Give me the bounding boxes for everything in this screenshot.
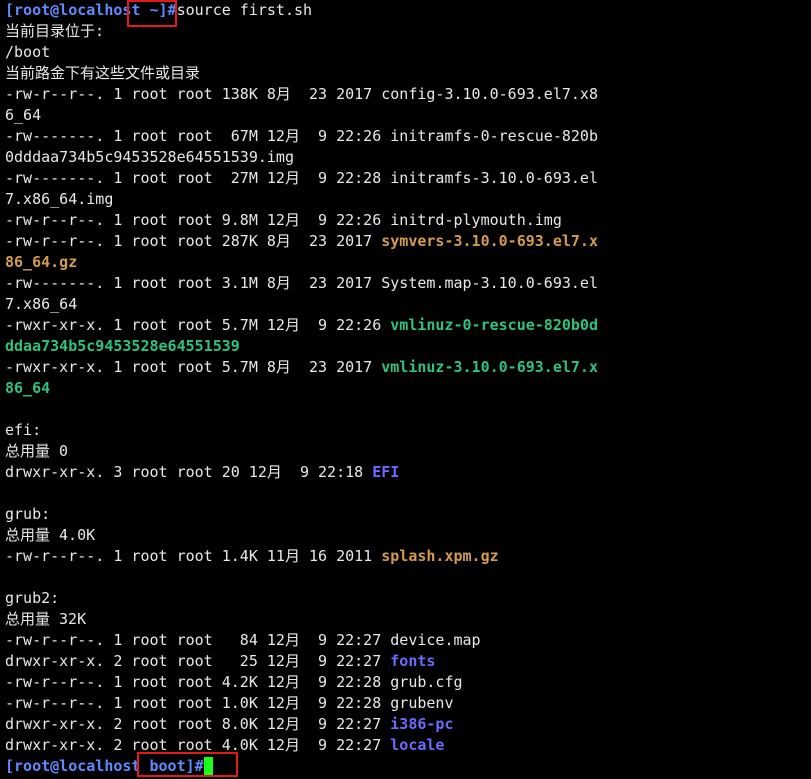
terminal-line: -rw-------. 1 root root 67M 12月 9 22:26 … <box>5 126 811 147</box>
output-text: -rw-r--r--. 1 root root 84 12月 9 22:27 <box>5 631 391 649</box>
archive-name: splash.xpm.gz <box>381 547 499 565</box>
output-text: 当前目录位于: <box>5 22 105 40</box>
terminal-line: drwxr-xr-x. 2 root root 4.0K 12月 9 22:27… <box>5 735 811 756</box>
terminal-line: -rw-r--r--. 1 root root 84 12月 9 22:27 d… <box>5 630 811 651</box>
cursor-block[interactable] <box>203 757 213 775</box>
output-text: -rw-r--r--. 1 root root 1.4K 11月 16 2011 <box>5 547 382 565</box>
terminal-line: 总用量 0 <box>5 441 811 462</box>
output-text: drwxr-xr-x. 3 root root 20 12月 9 22:18 <box>5 463 373 481</box>
output-text: -rw-r--r--. 1 root root 287K 8月 23 2017 <box>5 232 382 250</box>
output-text: 0dddaa734b5c9453528e64551539.img <box>5 148 294 166</box>
terminal-line: 7.x86_64 <box>5 294 811 315</box>
output-text: -rw-------. 1 root root 3.1M 8月 23 2017 <box>5 274 382 292</box>
directory-name: locale <box>390 736 445 754</box>
output-text: initramfs-3.10.0-693.el <box>390 169 598 187</box>
terminal-line: ddaa734b5c9453528e64551539 <box>5 336 811 357</box>
terminal-line: drwxr-xr-x. 2 root root 25 12月 9 22:27 f… <box>5 651 811 672</box>
shell-prompt: [root@localhost ~]# <box>5 1 177 19</box>
terminal-line: -rwxr-xr-x. 1 root root 5.7M 12月 9 22:26… <box>5 315 811 336</box>
terminal-line: efi: <box>5 420 811 441</box>
output-text: /boot <box>5 43 51 61</box>
output-text: 当前路金下有这些文件或目录 <box>5 64 201 82</box>
output-text: drwxr-xr-x. 2 root root 8.0K 12月 9 22:27 <box>5 715 391 733</box>
terminal-line: -rwxr-xr-x. 1 root root 5.7M 8月 23 2017 … <box>5 357 811 378</box>
terminal-line: 7.x86_64.img <box>5 189 811 210</box>
terminal-line: -rw-r--r--. 1 root root 1.0K 12月 9 22:28… <box>5 693 811 714</box>
output-text: initramfs-0-rescue-820b <box>390 127 598 145</box>
archive-name: symvers-3.10.0-693.el7.x <box>381 232 598 250</box>
output-text: device.map <box>390 631 481 649</box>
terminal-line: -rw-------. 1 root root 27M 12月 9 22:28 … <box>5 168 811 189</box>
executable-name: 86_64 <box>5 379 51 397</box>
executable-name: vmlinuz-3.10.0-693.el7.x <box>381 358 598 376</box>
terminal-line: -rw-------. 1 root root 3.1M 8月 23 2017 … <box>5 273 811 294</box>
output-text: drwxr-xr-x. 2 root root 4.0K 12月 9 22:27 <box>5 736 391 754</box>
terminal-line: -rw-r--r--. 1 root root 138K 8月 23 2017 … <box>5 84 811 105</box>
output-text: config-3.10.0-693.el7.x8 <box>381 85 598 103</box>
directory-name: fonts <box>390 652 436 670</box>
output-text: -rw-r--r--. 1 root root 138K 8月 23 2017 <box>5 85 382 103</box>
terminal-line: 6_64 <box>5 105 811 126</box>
output-text: 6_64 <box>5 106 42 124</box>
terminal-line: grub: <box>5 504 811 525</box>
output-text: grub2: <box>5 589 60 607</box>
terminal-line: /boot <box>5 42 811 63</box>
terminal-line: -rw-r--r--. 1 root root 1.4K 11月 16 2011… <box>5 546 811 567</box>
output-text: -rw-------. 1 root root 67M 12月 9 22:26 <box>5 127 391 145</box>
output-text: efi: <box>5 421 42 439</box>
output-text: 总用量 0 <box>5 442 69 460</box>
directory-name: EFI <box>372 463 400 481</box>
terminal-line: 当前目录位于: <box>5 21 811 42</box>
terminal-output[interactable]: [root@localhost ~]#source first.sh 当前目录位于… <box>5 0 811 777</box>
terminal-line: -rw-r--r--. 1 root root 4.2K 12月 9 22:28… <box>5 672 811 693</box>
output-text: -rw-r--r--. 1 root root 9.8M 12月 9 22:26 <box>5 211 391 229</box>
terminal-line: [root@localhost ~]#source first.sh <box>5 0 811 21</box>
executable-name: vmlinuz-0-rescue-820b0d <box>390 316 598 334</box>
output-text: -rw-r--r--. 1 root root 1.0K 12月 9 22:28 <box>5 694 391 712</box>
terminal-line: drwxr-xr-x. 3 root root 20 12月 9 22:18 E… <box>5 462 811 483</box>
output-text: 总用量 32K <box>5 610 87 628</box>
terminal-line: grub2: <box>5 588 811 609</box>
terminal-line: 0dddaa734b5c9453528e64551539.img <box>5 147 811 168</box>
command-text: source first.sh <box>176 1 313 19</box>
terminal-line: -rw-r--r--. 1 root root 9.8M 12月 9 22:26… <box>5 210 811 231</box>
terminal-line: 当前路金下有这些文件或目录 <box>5 63 811 84</box>
prompt-line: [root@localhost boot]# <box>5 756 811 777</box>
output-text: 总用量 4.0K <box>5 526 96 544</box>
output-text: grub: <box>5 505 51 523</box>
output-text: 7.x86_64.img <box>5 190 114 208</box>
shell-prompt: [root@localhost boot]# <box>5 757 204 775</box>
output-text: 7.x86_64 <box>5 295 78 313</box>
directory-name: i386-pc <box>390 715 454 733</box>
output-text: initrd-plymouth.img <box>390 211 562 229</box>
terminal-line: 总用量 4.0K <box>5 525 811 546</box>
terminal-line: drwxr-xr-x. 2 root root 8.0K 12月 9 22:27… <box>5 714 811 735</box>
archive-name: 86_64.gz <box>5 253 78 271</box>
output-text: grubenv <box>390 694 454 712</box>
terminal-line: -rw-r--r--. 1 root root 287K 8月 23 2017 … <box>5 231 811 252</box>
terminal-line: 86_64 <box>5 378 811 399</box>
output-text: -rwxr-xr-x. 1 root root 5.7M 12月 9 22:26 <box>5 316 391 334</box>
output-text: System.map-3.10.0-693.el <box>381 274 598 292</box>
terminal-line: 总用量 32K <box>5 609 811 630</box>
output-text: grub.cfg <box>390 673 463 691</box>
output-text: drwxr-xr-x. 2 root root 25 12月 9 22:27 <box>5 652 391 670</box>
output-text: -rwxr-xr-x. 1 root root 5.7M 8月 23 2017 <box>5 358 382 376</box>
terminal-line: 86_64.gz <box>5 252 811 273</box>
executable-name: ddaa734b5c9453528e64551539 <box>5 337 240 355</box>
output-text: -rw-------. 1 root root 27M 12月 9 22:28 <box>5 169 391 187</box>
output-text: -rw-r--r--. 1 root root 4.2K 12月 9 22:28 <box>5 673 391 691</box>
